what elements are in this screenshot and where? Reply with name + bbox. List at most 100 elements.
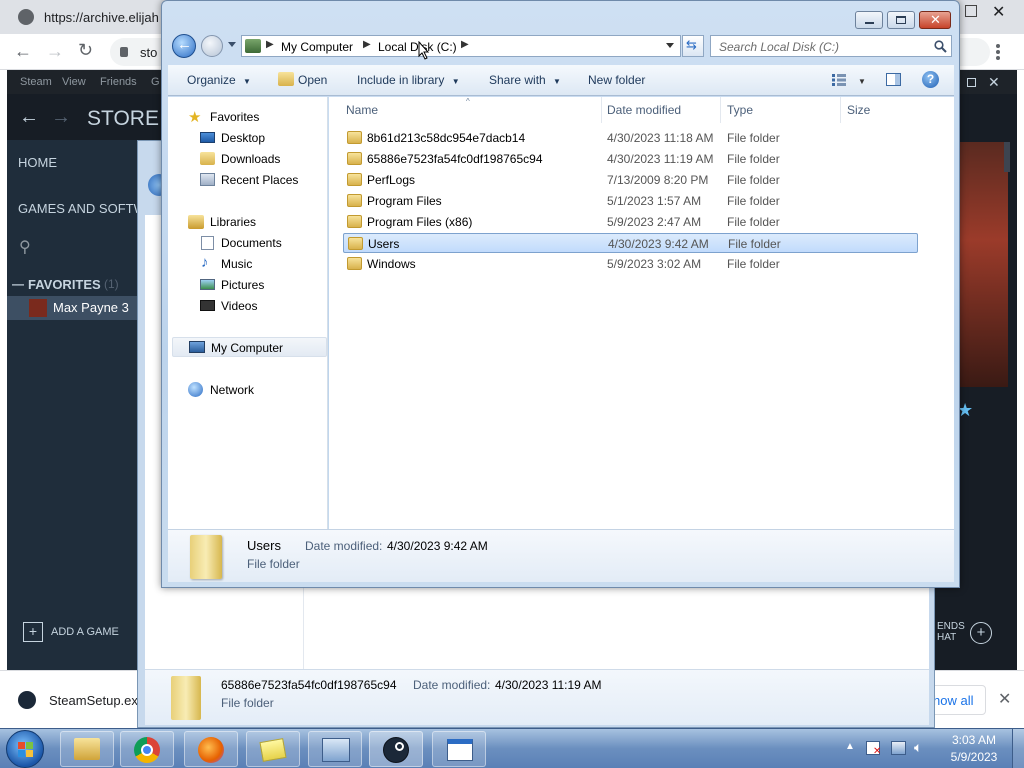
- friends-chat-label-1[interactable]: ENDS: [937, 621, 965, 632]
- forward-arrow-icon[interactable]: →: [46, 41, 64, 62]
- taskbar-explorer-button[interactable]: [60, 731, 114, 767]
- back-details-folder-icon: [171, 676, 201, 720]
- breadcrumb-chevron-icon[interactable]: ▶: [461, 39, 469, 50]
- column-header-size[interactable]: Size: [847, 103, 870, 117]
- taskbar-chrome-button[interactable]: [120, 731, 174, 767]
- nav-music[interactable]: ♪ Music: [168, 254, 328, 274]
- column-header-date-modified[interactable]: Date modified: [607, 103, 681, 117]
- views-dropdown-icon[interactable]: ▼: [858, 77, 866, 86]
- nav-recent-places[interactable]: Recent Places: [168, 170, 328, 190]
- back-arrow-icon[interactable]: ←: [14, 41, 32, 62]
- reload-icon[interactable]: ↻: [78, 40, 93, 61]
- breadcrumb-chevron-icon[interactable]: ▶: [266, 39, 274, 50]
- breadcrumb-chevron-icon[interactable]: ▶: [363, 39, 371, 50]
- download-file-name[interactable]: SteamSetup.exe: [49, 693, 145, 708]
- nav-network[interactable]: Network: [168, 380, 328, 400]
- steam-close-icon[interactable]: ✕: [988, 74, 1000, 91]
- browser-close-icon[interactable]: ✕: [992, 2, 1005, 22]
- file-row[interactable]: Windows 5/9/2023 3:02 AM File folder: [343, 254, 918, 274]
- close-button[interactable]: ✕: [919, 11, 951, 29]
- recent-pages-chevron-icon[interactable]: [228, 42, 236, 47]
- nav-desktop[interactable]: Desktop: [168, 128, 328, 148]
- steam-favorites-label[interactable]: FAVORITES: [28, 277, 101, 292]
- omnibox-text[interactable]: sto: [140, 45, 157, 60]
- file-row[interactable]: Program Files 5/1/2023 1:57 AM File folder: [343, 191, 918, 211]
- browser-restore-icon[interactable]: [965, 5, 977, 17]
- steam-game-item[interactable]: Max Payne 3: [7, 296, 137, 320]
- organize-button[interactable]: Organize ▼: [187, 73, 251, 87]
- refresh-button[interactable]: ⇆: [682, 35, 704, 57]
- steam-maximize-icon[interactable]: [967, 78, 976, 87]
- taskbar-notes-button[interactable]: [246, 731, 300, 767]
- browser-menu-icon[interactable]: [996, 44, 1000, 60]
- preview-pane-icon[interactable]: [886, 73, 901, 86]
- add-game-label[interactable]: ADD A GAME: [51, 626, 119, 638]
- column-header-name[interactable]: Name: [346, 103, 378, 117]
- action-center-icon[interactable]: ✕: [866, 741, 881, 757]
- steam-menu-view[interactable]: View: [62, 76, 86, 88]
- start-button[interactable]: [6, 730, 44, 768]
- share-with-button[interactable]: Share with ▼: [489, 73, 561, 87]
- download-bar-close-icon[interactable]: ✕: [998, 689, 1011, 709]
- steam-forward-icon[interactable]: →: [51, 106, 71, 129]
- clock-time[interactable]: 3:03 AM: [950, 733, 998, 747]
- volume-icon[interactable]: 🔈︎: [914, 739, 922, 756]
- taskbar-control-panel-button[interactable]: [308, 731, 362, 767]
- column-header-type[interactable]: Type: [727, 103, 753, 117]
- column-divider[interactable]: [720, 97, 721, 123]
- file-row[interactable]: 65886e7523fa54fc0df198765c94 4/30/2023 11…: [343, 149, 918, 169]
- nav-my-computer[interactable]: My Computer: [172, 337, 327, 357]
- file-row[interactable]: Users 4/30/2023 9:42 AM File folder: [343, 233, 918, 253]
- address-dropdown-icon[interactable]: [666, 43, 674, 48]
- nav-pictures[interactable]: Pictures: [168, 275, 328, 295]
- column-divider[interactable]: [840, 97, 841, 123]
- clock-date[interactable]: 5/9/2023: [946, 750, 1002, 764]
- breadcrumb-my-computer[interactable]: My Computer: [281, 40, 353, 54]
- new-folder-button[interactable]: New folder: [588, 73, 645, 87]
- open-button[interactable]: Open: [298, 73, 327, 87]
- minimize-button[interactable]: [855, 11, 883, 29]
- steam-store-tab[interactable]: STORE: [87, 107, 159, 131]
- nav-music-label: Music: [221, 257, 253, 271]
- file-row[interactable]: PerfLogs 7/13/2009 8:20 PM File folder: [343, 170, 918, 190]
- file-row[interactable]: Program Files (x86) 5/9/2023 2:47 AM File …: [343, 212, 918, 232]
- nav-favorites[interactable]: ★ Favorites: [168, 107, 328, 127]
- nav-libraries[interactable]: Libraries: [168, 212, 328, 232]
- taskbar-steam-button[interactable]: [369, 731, 423, 767]
- steam-menu-friends[interactable]: Friends: [100, 76, 137, 88]
- include-in-library-button[interactable]: Include in library ▼: [357, 73, 460, 87]
- show-all-button[interactable]: how all: [930, 685, 986, 715]
- taskbar-firefox-button[interactable]: [184, 731, 238, 767]
- network-tray-icon[interactable]: [891, 741, 906, 755]
- maximize-button[interactable]: [887, 11, 915, 29]
- taskbar-window-button[interactable]: [432, 731, 486, 767]
- nav-videos[interactable]: Videos: [168, 296, 328, 316]
- address-bar[interactable]: ▶ My Computer ▶ Local Disk (C:) ▶: [241, 35, 681, 60]
- steam-search-icon[interactable]: ⚲: [19, 237, 31, 257]
- show-desktop-button[interactable]: [1012, 729, 1024, 768]
- search-placeholder[interactable]: Search Local Disk (C:): [719, 40, 839, 54]
- friends-chat-label-2[interactable]: HAT: [937, 632, 956, 643]
- search-icon[interactable]: [934, 40, 947, 53]
- search-box[interactable]: Search Local Disk (C:): [710, 35, 952, 57]
- forward-button[interactable]: [201, 35, 223, 57]
- steam-back-icon[interactable]: ←: [19, 106, 39, 129]
- file-row[interactable]: 8b61d213c58dc954e7dacb14 4/30/2023 11:18 …: [343, 128, 918, 148]
- steam-home-label[interactable]: HOME: [18, 155, 57, 170]
- back-button[interactable]: ←: [172, 34, 196, 58]
- steam-menu-games[interactable]: G: [151, 76, 160, 88]
- steam-games-label[interactable]: GAMES AND SOFTW: [18, 201, 146, 216]
- browser-tab-title[interactable]: https://archive.elijah: [44, 10, 159, 25]
- help-icon[interactable]: ?: [922, 71, 939, 88]
- show-hidden-icons[interactable]: ▲: [845, 741, 855, 752]
- file-list-pane: Name ^ Date modified Type Size 8b61d213c…: [329, 97, 954, 529]
- steam-menu-steam[interactable]: Steam: [20, 76, 52, 88]
- nav-downloads[interactable]: Downloads: [168, 149, 328, 169]
- column-divider[interactable]: [601, 97, 602, 123]
- steam-scrollbar[interactable]: [1004, 142, 1010, 172]
- steam-favorites-collapse-icon[interactable]: —: [12, 277, 24, 291]
- friends-add-icon[interactable]: +: [970, 622, 992, 644]
- views-button[interactable]: [832, 74, 846, 86]
- add-game-plus-icon[interactable]: +: [23, 622, 43, 642]
- nav-documents[interactable]: Documents: [168, 233, 328, 253]
